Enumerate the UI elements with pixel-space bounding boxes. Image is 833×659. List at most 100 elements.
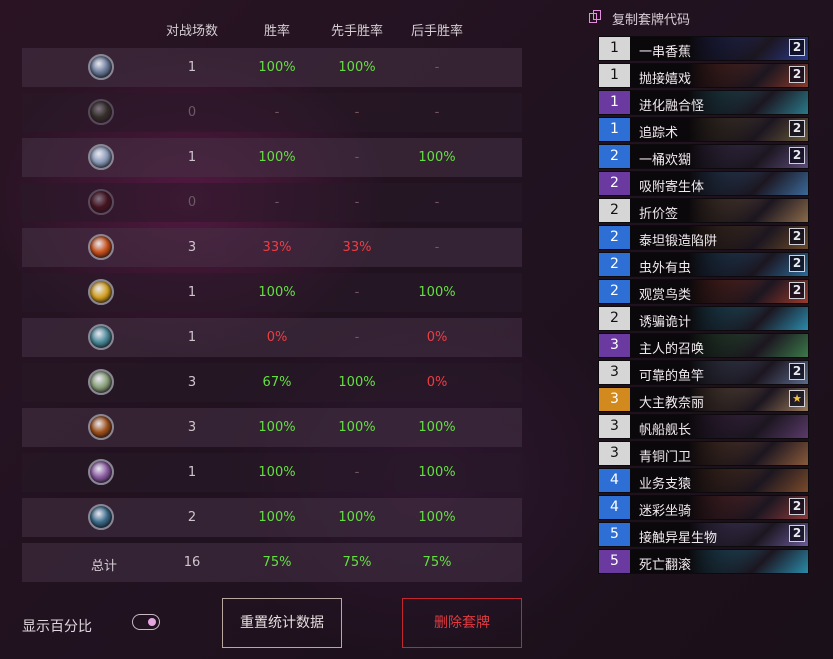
class-icon-10 (88, 459, 114, 485)
deck-card[interactable]: 3 主人的召唤 (598, 333, 809, 358)
first-winrate-cell: - (354, 330, 360, 345)
deck-card[interactable]: 2 诱骗诡计 (598, 306, 809, 331)
card-name: 追踪术 (639, 126, 679, 141)
second-winrate-cell: 100% (418, 150, 456, 165)
card-name: 诱骗诡计 (639, 315, 692, 330)
second-winrate-cell: 0% (426, 375, 448, 390)
card-count-badge: 2 (789, 147, 805, 164)
winrate-cell: 100% (258, 150, 296, 165)
deck-card[interactable]: 2 虫外有虫 2 (598, 252, 809, 277)
deck-card[interactable]: 3 可靠的鱼竿 2 (598, 360, 809, 385)
winrate-cell: 67% (262, 375, 292, 390)
card-cost: 1 (599, 118, 630, 141)
deck-card[interactable]: 2 吸附寄生体 (598, 171, 809, 196)
stats-row: 0 - - - (22, 183, 522, 222)
deck-card[interactable]: 5 接触异星生物 2 (598, 522, 809, 547)
card-name: 一串香蕉 (639, 45, 692, 60)
second-winrate-cell: 0% (426, 330, 448, 345)
first-winrate-cell: 100% (338, 375, 376, 390)
deck-card[interactable]: 3 帆船舰长 (598, 414, 809, 439)
second-winrate-cell: 100% (418, 510, 456, 525)
class-icon-8 (88, 369, 114, 395)
stats-row: 2 100% 100% 100% (22, 498, 522, 537)
card-cost: 2 (599, 280, 630, 303)
card-name: 折价签 (639, 207, 679, 222)
class-icon-1 (88, 54, 114, 80)
card-name: 进化融合怪 (639, 99, 705, 114)
header-first-winrate: 先手胜率 (330, 24, 383, 39)
total-second-winrate: 75% (422, 555, 452, 570)
card-name: 可靠的鱼竿 (639, 369, 705, 384)
deck-card[interactable]: 5 死亡翻滚 (598, 549, 809, 574)
card-cost: 2 (599, 199, 630, 222)
winrate-cell: 100% (258, 465, 296, 480)
header-winrate: 胜率 (263, 24, 290, 39)
winrate-cell: 100% (258, 285, 296, 300)
first-winrate-cell: - (354, 285, 360, 300)
deck-card[interactable]: 3 大主教奈丽 ★ (598, 387, 809, 412)
card-cost: 2 (599, 145, 630, 168)
total-games: 16 (183, 555, 201, 570)
first-winrate-cell: 100% (338, 420, 376, 435)
card-name: 接触异星生物 (639, 531, 718, 546)
games-cell: 3 (187, 375, 197, 390)
legendary-star-icon: ★ (789, 390, 805, 407)
games-cell: 1 (187, 150, 197, 165)
stats-row: 3 100% 100% 100% (22, 408, 522, 447)
show-percent-label: 显示百分比 (22, 619, 92, 635)
deck-card[interactable]: 1 追踪术 2 (598, 117, 809, 142)
first-winrate-cell: - (354, 465, 360, 480)
card-cost: 1 (599, 91, 630, 114)
games-cell: 1 (187, 285, 197, 300)
deck-card[interactable]: 2 观赏鸟类 2 (598, 279, 809, 304)
card-cost: 5 (599, 523, 630, 546)
first-winrate-cell: 100% (338, 60, 376, 75)
class-icon-2 (88, 99, 114, 125)
reset-stats-button[interactable]: 重置统计数据 (222, 598, 342, 648)
card-cost: 4 (599, 469, 630, 492)
deck-card[interactable]: 1 进化融合怪 (598, 90, 809, 115)
second-winrate-cell: 100% (418, 465, 456, 480)
winrate-cell: 100% (258, 510, 296, 525)
card-cost: 3 (599, 388, 630, 411)
first-winrate-cell: - (354, 195, 360, 210)
stats-row: 3 33% 33% - (22, 228, 522, 267)
card-cost: 2 (599, 253, 630, 276)
header-second-winrate: 后手胜率 (410, 24, 463, 39)
deck-card[interactable]: 1 一串香蕉 2 (598, 36, 809, 61)
deck-card[interactable]: 2 一桶欢猢 2 (598, 144, 809, 169)
card-name: 青铜门卫 (639, 450, 692, 465)
total-first-winrate: 75% (342, 555, 372, 570)
winrate-cell: - (274, 105, 280, 120)
class-icon-5 (88, 234, 114, 260)
first-winrate-cell: 33% (342, 240, 372, 255)
deck-card[interactable]: 1 抛接嬉戏 2 (598, 63, 809, 88)
stats-row: 1 100% - 100% (22, 138, 522, 177)
card-name: 吸附寄生体 (639, 180, 705, 195)
show-percent-toggle[interactable] (132, 614, 160, 630)
card-count-badge: 2 (789, 282, 805, 299)
class-icon-9 (88, 414, 114, 440)
second-winrate-cell: - (434, 60, 440, 75)
games-cell: 2 (187, 510, 197, 525)
card-name: 虫外有虫 (639, 261, 692, 276)
total-row: 总计 16 75% 75% 75% (22, 543, 522, 582)
second-winrate-cell: 100% (418, 285, 456, 300)
delete-deck-button[interactable]: 删除套牌 (402, 598, 522, 648)
card-name: 抛接嬉戏 (639, 72, 692, 87)
stats-row: 1 100% - 100% (22, 453, 522, 492)
class-icon-7 (88, 324, 114, 350)
games-cell: 0 (187, 105, 197, 120)
first-winrate-cell: - (354, 105, 360, 120)
deck-card[interactable]: 4 业务支猿 (598, 468, 809, 493)
card-cost: 4 (599, 496, 630, 519)
deck-card[interactable]: 3 青铜门卫 (598, 441, 809, 466)
deck-card[interactable]: 2 泰坦锻造陷阱 2 (598, 225, 809, 250)
card-cost: 3 (599, 415, 630, 438)
card-cost: 2 (599, 307, 630, 330)
class-icon-4 (88, 189, 114, 215)
winrate-cell: 33% (262, 240, 292, 255)
class-icon-3 (88, 144, 114, 170)
deck-card[interactable]: 2 折价签 (598, 198, 809, 223)
deck-card[interactable]: 4 迷彩坐骑 2 (598, 495, 809, 520)
